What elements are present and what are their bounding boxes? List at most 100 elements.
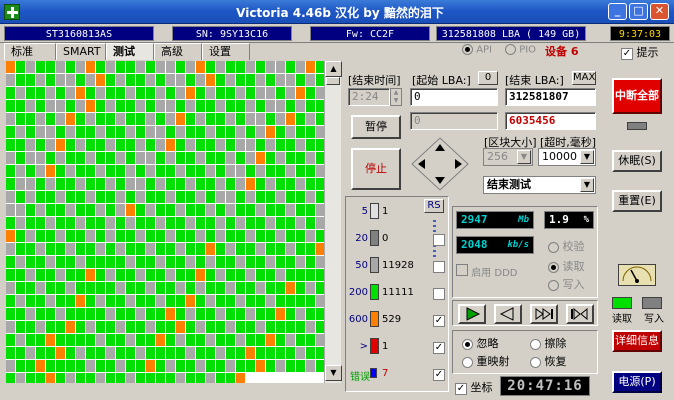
stop-button[interactable]: 停止 xyxy=(351,148,401,190)
legend-checkbox[interactable]: ✓ xyxy=(433,315,445,327)
block-cell xyxy=(156,308,165,320)
block-cell xyxy=(116,113,125,125)
api-radio[interactable] xyxy=(462,44,473,55)
tab-standard[interactable]: 标准 xyxy=(4,43,56,60)
write-radio[interactable] xyxy=(548,279,559,291)
legend-checkbox[interactable] xyxy=(433,288,445,300)
tab-advanced[interactable]: 高级 xyxy=(154,43,202,60)
block-cell xyxy=(276,230,285,242)
title-bar[interactable]: Victoria 4.46b 汉化 by 黯然的泪下 _ □ ✕ xyxy=(0,0,674,24)
block-cell xyxy=(96,139,105,151)
hint-option[interactable]: ✓ 提示 xyxy=(621,44,659,60)
block-cell xyxy=(86,74,95,86)
restore-option[interactable]: 恢复 xyxy=(530,353,567,369)
restore-radio[interactable] xyxy=(530,356,541,368)
power-button[interactable]: 电源(P) xyxy=(612,371,662,393)
block-cell xyxy=(196,295,205,307)
legend-checkbox[interactable] xyxy=(433,261,445,273)
end-time-spinner[interactable]: ▲ ▼ xyxy=(390,88,402,106)
block-cell xyxy=(46,100,55,112)
block-cell xyxy=(46,152,55,164)
block-cell xyxy=(296,165,305,177)
pause-button[interactable]: 暂停 xyxy=(351,115,401,139)
block-cell xyxy=(56,282,65,294)
ignore-option[interactable]: 忽略 xyxy=(462,335,499,351)
block-cell xyxy=(26,126,35,138)
block-cell xyxy=(6,347,15,359)
erase-option[interactable]: 擦除 xyxy=(530,335,567,351)
remap-option[interactable]: 重映射 xyxy=(462,353,510,369)
speed-value: 2947 xyxy=(461,213,488,226)
block-cell xyxy=(306,230,315,242)
pio-radio[interactable] xyxy=(505,44,516,55)
ddd-checkbox[interactable] xyxy=(456,264,468,276)
block-cell xyxy=(296,74,305,86)
end-lba-max-button[interactable]: MAX xyxy=(572,71,596,85)
maximize-button[interactable]: □ xyxy=(629,3,648,20)
legend-checkbox[interactable] xyxy=(433,234,445,246)
grid-checkbox[interactable]: ✓ xyxy=(455,383,467,395)
read-radio[interactable] xyxy=(548,261,559,273)
timeout-select[interactable]: 10000 ▼ xyxy=(538,148,596,166)
block-cell xyxy=(286,61,295,73)
block-cell xyxy=(226,347,235,359)
reset-button[interactable]: 重置(E) xyxy=(612,190,662,212)
ignore-radio[interactable] xyxy=(462,338,473,350)
legend-checkbox[interactable]: ✓ xyxy=(433,342,445,354)
play-button[interactable] xyxy=(458,304,486,324)
skip-forward-button[interactable] xyxy=(530,304,558,324)
block-cell xyxy=(166,126,175,138)
sleep-button[interactable]: 休眠(S) xyxy=(612,150,662,172)
erase-radio[interactable] xyxy=(530,338,541,350)
hint-checkbox[interactable]: ✓ xyxy=(621,48,633,60)
block-cell xyxy=(96,308,105,320)
block-cell xyxy=(76,191,85,203)
tab-smart[interactable]: SMART xyxy=(56,43,106,60)
block-cell xyxy=(86,139,95,151)
end-time-input[interactable]: 2:24 xyxy=(348,88,390,106)
block-cell xyxy=(166,321,175,333)
close-button[interactable]: ✕ xyxy=(650,3,669,20)
ddd-option[interactable]: 启用 DDD xyxy=(456,264,517,279)
block-cell xyxy=(226,139,235,151)
rewind-button[interactable] xyxy=(494,304,522,324)
break-all-button[interactable]: 中断全部 xyxy=(612,78,662,114)
block-cell xyxy=(106,126,115,138)
grid-scrollbar[interactable]: ▲ ▼ xyxy=(324,61,342,383)
direction-pad[interactable] xyxy=(410,136,470,192)
block-size-select[interactable]: 256 ▼ xyxy=(483,148,533,166)
minimize-button[interactable]: _ xyxy=(608,3,627,20)
start-lba-input[interactable]: 0 xyxy=(410,88,498,106)
block-cell xyxy=(6,243,15,255)
legend-checkbox[interactable]: ✓ xyxy=(433,369,445,381)
block-cell xyxy=(186,308,195,320)
block-cell xyxy=(216,256,225,268)
chevron-down-icon[interactable]: ▼ xyxy=(580,150,594,164)
scroll-up-button[interactable]: ▲ xyxy=(325,61,342,77)
block-cell xyxy=(26,152,35,164)
end-lba-input[interactable]: 312581807 xyxy=(505,88,596,106)
block-cell xyxy=(136,139,145,151)
chevron-down-icon[interactable]: ▼ xyxy=(517,150,531,164)
pio-option[interactable]: PIO xyxy=(505,44,536,56)
end-button[interactable] xyxy=(566,304,594,324)
tab-settings[interactable]: 设置 xyxy=(202,43,250,60)
chevron-down-icon[interactable]: ▼ xyxy=(580,178,594,192)
start-lba-zero-button[interactable]: 0 xyxy=(478,71,498,85)
block-cell xyxy=(306,74,315,86)
read-option[interactable]: 读取 xyxy=(548,258,585,274)
rs-button[interactable]: RS xyxy=(424,199,444,213)
details-button[interactable]: 详细信息 xyxy=(612,330,662,352)
verify-radio[interactable] xyxy=(548,241,559,253)
write-option[interactable]: 写入 xyxy=(548,276,585,292)
end-action-select[interactable]: 结束测试 ▼ xyxy=(483,176,596,194)
scroll-thumb[interactable] xyxy=(326,77,340,85)
block-cell xyxy=(36,74,45,86)
verify-option[interactable]: 校验 xyxy=(548,238,585,254)
tab-test[interactable]: 测试 xyxy=(106,43,154,60)
block-cell xyxy=(146,165,155,177)
block-cell xyxy=(116,269,125,281)
api-option[interactable]: API xyxy=(462,44,492,56)
grid-option[interactable]: ✓ 坐标 xyxy=(455,379,493,395)
remap-radio[interactable] xyxy=(462,356,473,368)
